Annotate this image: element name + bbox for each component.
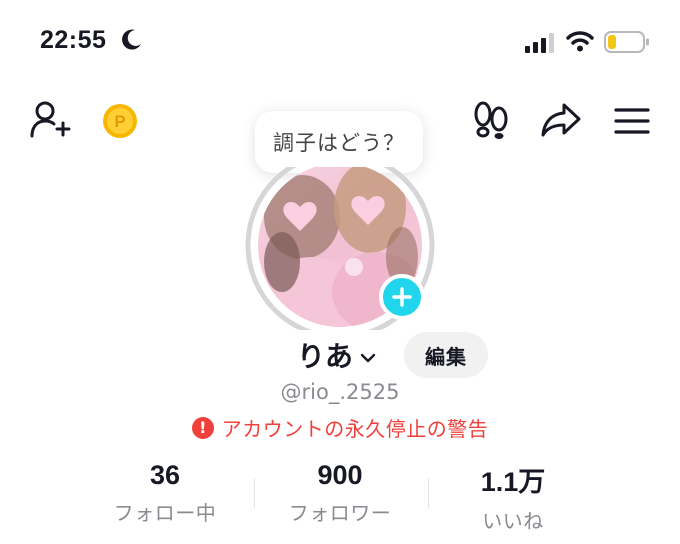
stat-followers[interactable]: 900 フォロワー [250, 460, 430, 526]
chevron-down-icon[interactable] [360, 348, 376, 367]
edit-profile-button[interactable]: 編集 [404, 332, 488, 378]
moon-icon [121, 28, 143, 54]
battery-icon [604, 30, 650, 58]
coin-icon[interactable]: P [102, 103, 138, 143]
menu-icon[interactable] [614, 107, 650, 139]
stat-value: 900 [317, 460, 363, 490]
stat-value: 36 [149, 460, 181, 490]
mood-bubble-text: 調子はどう？ [273, 131, 405, 155]
stat-label: いいね [482, 509, 544, 533]
alert-icon: ! [191, 416, 214, 439]
display-name[interactable]: りあ [297, 335, 353, 375]
plus-icon [392, 287, 412, 307]
warning-text: アカウントの永久停止の警告 [221, 417, 489, 441]
svg-text:P: P [114, 112, 125, 131]
status-time: 22:55 [40, 26, 107, 54]
wifi-icon [566, 30, 594, 56]
share-icon[interactable] [540, 102, 582, 142]
mood-bubble[interactable]: 調子はどう？ [255, 111, 423, 173]
signal-icon [525, 33, 555, 57]
stat-label: フォロー中 [113, 501, 217, 525]
add-friend-icon[interactable] [30, 100, 72, 144]
stat-label: フォロワー [288, 501, 392, 525]
stat-likes[interactable]: 1.1万 いいね [423, 460, 603, 534]
add-story-button[interactable] [379, 274, 425, 320]
stat-following[interactable]: 36 フォロー中 [75, 460, 255, 526]
account-warning[interactable]: ! アカウントの永久停止の警告 [0, 413, 680, 442]
username: @rio_.2525 [280, 380, 400, 404]
stat-value: 1.1万 [480, 467, 546, 497]
footprints-icon[interactable] [472, 100, 510, 144]
